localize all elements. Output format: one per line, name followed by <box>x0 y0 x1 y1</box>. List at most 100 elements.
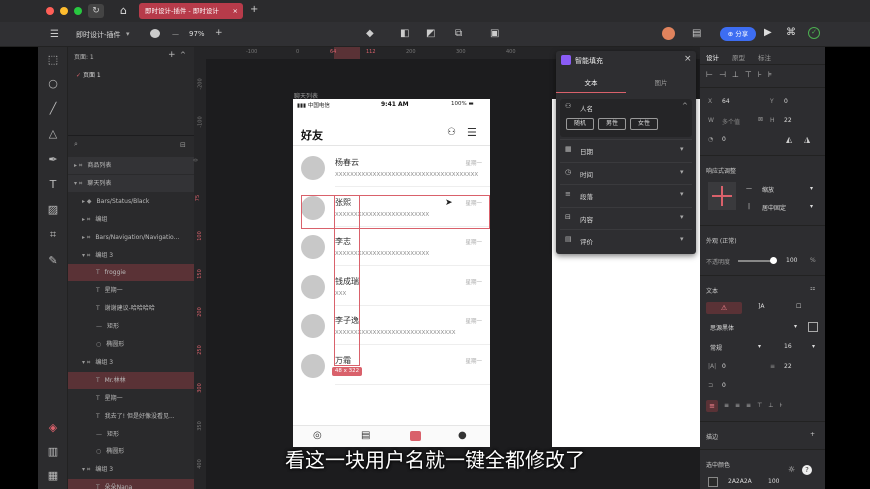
zoom-in-icon[interactable]: + <box>215 28 223 38</box>
chat-row[interactable]: 钱成瑞 XXX 星期一 <box>293 268 490 306</box>
plugin-item[interactable]: ⊟ 内容 ▾ <box>560 206 692 227</box>
flip-vertical-icon[interactable]: ◮ <box>804 135 810 144</box>
layer-item[interactable]: ▸ ⌗ 编组 <box>68 211 194 228</box>
opacity-value[interactable]: 100 <box>786 257 797 264</box>
pen-tool-icon[interactable]: ✒ <box>46 153 60 167</box>
crop-tool-icon[interactable]: ⌗ <box>46 228 60 242</box>
ellipse-tool-icon[interactable]: ○ <box>46 77 60 91</box>
code-icon[interactable]: ⌘ <box>786 27 796 38</box>
chat-row[interactable]: 李志 XXXXXXXXXXXXXXXXXXXXXXXXX 星期一 <box>293 228 490 266</box>
chevron-down-icon[interactable]: ▾ <box>680 145 684 153</box>
plugin-item[interactable]: ▤ 评价 ▾ <box>560 229 692 249</box>
chevron-up-icon[interactable]: ^ <box>682 102 688 110</box>
font-weight[interactable]: 常规 <box>710 343 722 352</box>
chat-row[interactable]: 万霜XXXXXX星期一 <box>293 347 490 385</box>
chevron-down-icon[interactable]: ▾ <box>812 343 815 350</box>
add-stroke-icon[interactable]: + <box>810 431 815 438</box>
chip-male[interactable]: 男性 <box>598 118 626 130</box>
menu-icon[interactable]: ☰ <box>50 29 59 40</box>
group-icon[interactable]: ⧉ <box>455 28 462 39</box>
layer-item[interactable]: ▾ ⌗ 编组 3 <box>68 247 194 264</box>
avatar[interactable] <box>662 27 675 40</box>
document-title[interactable]: 即时设计-插件 <box>76 30 121 40</box>
chip-random[interactable]: 随机 <box>566 118 594 130</box>
layer-item[interactable]: T 朵朵Nana <box>68 479 194 489</box>
chevron-down-icon[interactable]: ▾ <box>680 168 684 176</box>
appearance-title[interactable]: 外观 (正常) <box>706 236 737 245</box>
paragraph-spacing[interactable]: 0 <box>722 382 726 389</box>
plugin-item[interactable]: ▦ 日期 ▾ <box>560 139 692 159</box>
chevron-down-icon[interactable]: ▾ <box>794 323 797 330</box>
letter-spacing[interactable]: 0 <box>722 363 726 370</box>
close-window-dot[interactable] <box>46 7 54 15</box>
font-size[interactable]: 16 <box>784 343 792 350</box>
color-swatch[interactable] <box>708 477 718 487</box>
layer-search[interactable]: ⌕ <box>74 140 178 152</box>
collapse-pages-icon[interactable]: ^ <box>180 51 186 59</box>
phone-frame[interactable]: ▮▮▮ 中国电信 9:41 AM 100% ▬ 好友 ⚇ ☰ 杨春云 XXXXXX… <box>293 99 490 447</box>
x-input[interactable]: 64 <box>722 98 730 105</box>
filter-icon[interactable]: ⊟ <box>180 141 186 149</box>
mask-icon[interactable]: ◩ <box>426 28 435 39</box>
y-input[interactable]: 0 <box>784 98 788 105</box>
tab-annotate[interactable]: 标注 <box>758 52 771 62</box>
constraint-widget[interactable] <box>708 182 736 210</box>
new-tab-button[interactable]: + <box>250 4 258 15</box>
opacity-slider-handle[interactable] <box>770 257 777 264</box>
font-family[interactable]: 思源黑体 <box>710 323 734 332</box>
page-item[interactable]: ✓ 页面 1 <box>76 70 101 79</box>
color-hex[interactable]: 2A2A2A <box>728 478 752 485</box>
triangle-tool-icon[interactable]: △ <box>46 127 60 141</box>
layer-item[interactable]: Tfroggie <box>68 264 194 282</box>
text-align-icons[interactable]: ≡≡≡⊤⊥⊦ <box>724 402 789 409</box>
notes-icon[interactable]: ▤ <box>361 430 370 441</box>
layer-item[interactable]: T 星期一 <box>68 282 194 299</box>
maximize-window-dot[interactable] <box>74 7 82 15</box>
layer-item[interactable]: ○ 椭圆形 <box>68 336 194 353</box>
layer-item[interactable]: ▸ ◆ Bars/Status/Black <box>68 193 194 210</box>
selection-box[interactable] <box>334 195 360 366</box>
layers-icon[interactable]: ◈ <box>46 421 60 435</box>
layer-item[interactable]: T Mr.林林 <box>68 371 194 389</box>
h-input[interactable]: 22 <box>784 117 792 124</box>
chat-row[interactable]: 杨春云 XXXXXXXXXXXXXXXXXXXXXXXXXXXXXXXXXXXXX… <box>293 149 490 187</box>
active-tab[interactable]: 即时设计-插件 - 即时设计 × <box>139 3 243 19</box>
menu-icon[interactable]: ☰ <box>467 126 477 139</box>
search-input[interactable] <box>80 142 161 148</box>
chevron-down-icon[interactable]: ▾ <box>680 190 684 198</box>
tab-image[interactable]: 图片 <box>626 73 696 93</box>
plugin-item[interactable]: ≡ 段落 ▾ <box>560 184 692 204</box>
layer-item[interactable]: ▾ ⌗ 编组 3 <box>68 354 194 371</box>
library-icon[interactable]: ▤ <box>692 28 701 39</box>
color-opacity[interactable]: 100 <box>768 478 779 485</box>
line-tool-icon[interactable]: ╱ <box>46 102 60 116</box>
layer-item[interactable]: ▾ ⌗ 聊天列表 <box>68 174 194 192</box>
layer-item[interactable]: ▸ ⌗ Bars/Navigation/Navigatio... <box>68 229 194 246</box>
chevron-down-icon[interactable]: ▾ <box>126 30 130 38</box>
resp-horizontal[interactable]: 缩放 <box>762 185 774 194</box>
layer-item[interactable]: — 矩形 <box>68 426 194 443</box>
line-height[interactable]: 22 <box>784 363 792 370</box>
tab-text[interactable]: 文本 <box>556 73 626 93</box>
text-settings-icon[interactable]: ⚏ <box>810 285 815 292</box>
zoom-level[interactable]: 97% <box>189 30 205 38</box>
chevron-down-icon[interactable]: ▾ <box>680 213 684 221</box>
comment-icon[interactable] <box>150 29 160 38</box>
reload-icon[interactable]: ↻ <box>88 4 104 18</box>
share-button[interactable]: ⊕ 分享 <box>720 27 756 41</box>
boolean-icon[interactable]: ◧ <box>400 28 409 39</box>
play-icon[interactable]: ▶ <box>764 27 772 38</box>
image-tool-icon[interactable]: ▨ <box>46 203 60 217</box>
align-left-icon[interactable]: ≡ <box>706 400 718 412</box>
opacity-slider[interactable] <box>738 260 774 262</box>
layer-item[interactable]: T 我去了! 但是好像没看见... <box>68 408 194 425</box>
text-auto-width[interactable]: ⚠ <box>706 302 742 314</box>
layer-item[interactable]: — 矩形 <box>68 318 194 335</box>
chat-icon[interactable] <box>410 431 421 441</box>
text-auto-height-icon[interactable]: ]A <box>758 303 764 310</box>
rotation-input[interactable]: 0 <box>722 136 726 143</box>
w-input[interactable]: 多个值 <box>722 117 740 126</box>
frame-tool-icon[interactable]: ⬚ <box>46 53 60 67</box>
profile-icon[interactable]: ● <box>458 430 467 441</box>
tab-design[interactable]: 设计 <box>706 52 719 62</box>
